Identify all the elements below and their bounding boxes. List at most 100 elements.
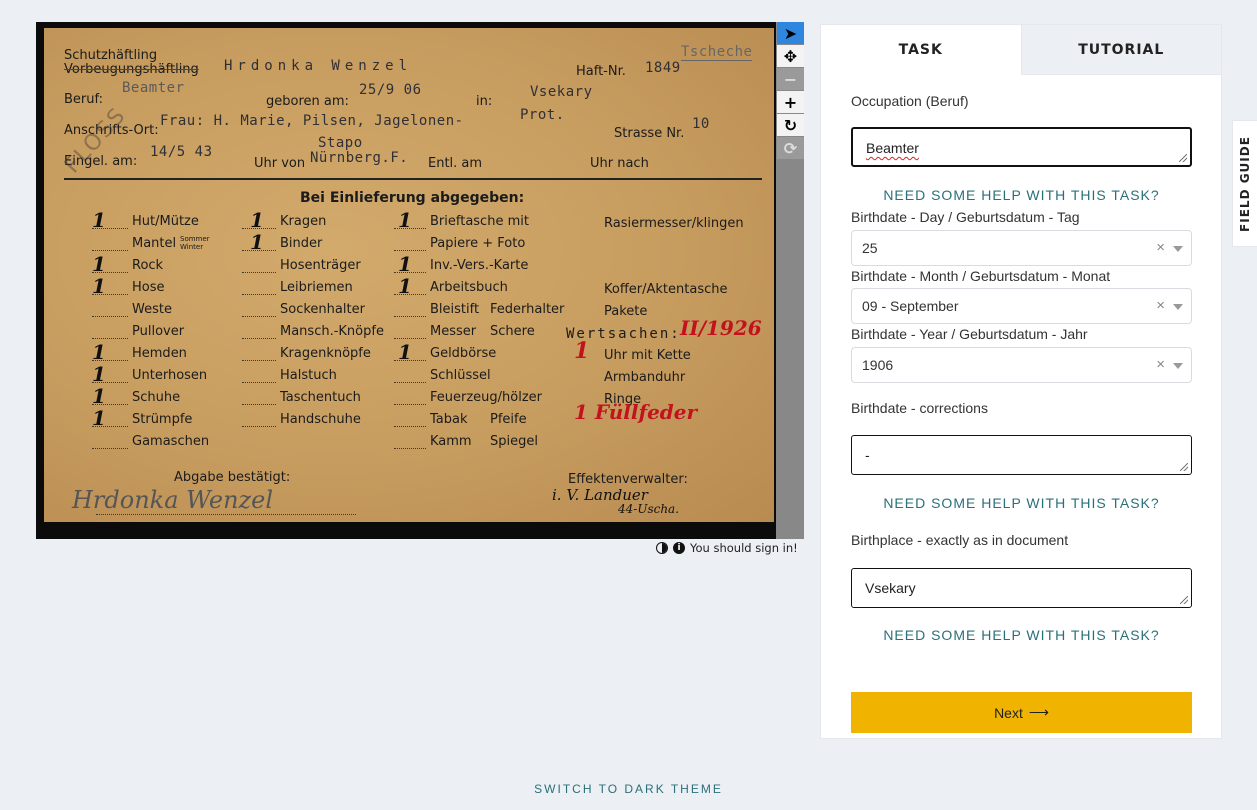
item-dotted-line	[394, 250, 426, 251]
item-label: Bleistift	[430, 302, 480, 317]
contrast-icon[interactable]	[656, 542, 668, 554]
chevron-down-icon[interactable]	[1173, 363, 1183, 369]
birthplace-value: Vsekary	[530, 84, 593, 100]
abgabe-label: Abgabe bestätigt:	[174, 470, 291, 485]
eingel-value: 14/5 43	[150, 144, 213, 160]
item-dotted-line	[242, 272, 276, 273]
beruf-value: Beamter	[122, 80, 185, 96]
item-dotted-line	[92, 316, 128, 317]
koffer-label: Koffer/Aktentasche	[604, 282, 728, 297]
item-label-secondary: Schere	[490, 324, 535, 339]
info-icon[interactable]: i	[673, 542, 685, 554]
tab-tutorial[interactable]: TUTORIAL	[1020, 25, 1221, 75]
item-label: Geldbörse	[430, 346, 497, 361]
item-count-mark: 1	[92, 208, 106, 232]
item-label: Weste	[132, 302, 172, 317]
birth-day-label: Birthdate - Day / Geburtsdatum - Tag	[851, 209, 1080, 225]
item-label: Mansch.-Knöpfe	[280, 324, 384, 339]
dark-theme-toggle[interactable]: SWITCH TO DARK THEME	[0, 782, 1257, 796]
corrections-field[interactable]: -	[851, 435, 1192, 475]
item-count-mark: 1	[398, 208, 412, 232]
help-link-1[interactable]: NEED SOME HELP WITH THIS TASK?	[851, 187, 1192, 203]
item-count-mark: 1	[92, 274, 106, 298]
religion-value: Prot.	[520, 107, 565, 123]
rotate-icon[interactable]: ↻	[777, 114, 804, 136]
item-label: Halstuch	[280, 368, 337, 383]
resize-grip-icon[interactable]	[1180, 596, 1188, 604]
move-icon[interactable]: ✥	[777, 45, 804, 67]
birth-month-label: Birthdate - Month / Geburtsdatum - Monat	[851, 268, 1111, 284]
zoom-in-icon[interactable]: +	[777, 91, 804, 113]
field-guide-label: FIELD GUIDE	[1238, 135, 1252, 232]
item-dotted-line	[242, 338, 276, 339]
prisoner-card-image: Schutzhäftling Vorbeugungshäftling Hrdon…	[44, 28, 774, 522]
item-label: Schlüssel	[430, 368, 491, 383]
item-count-mark: 1	[92, 362, 106, 386]
item-dotted-line	[394, 404, 426, 405]
arrow-right-icon: ⟶	[1028, 704, 1049, 720]
tab-task[interactable]: TASK	[821, 25, 1021, 75]
uhr-mark: 1	[574, 338, 590, 364]
item-dotted-line	[242, 360, 276, 361]
clear-icon[interactable]: ×	[1156, 297, 1165, 314]
birth-month-value: 09 - September	[862, 298, 959, 314]
occupation-field[interactable]: Beamter	[851, 127, 1192, 167]
field-guide-tab[interactable]: FIELD GUIDE	[1232, 120, 1257, 247]
item-label: Tabak	[430, 412, 468, 427]
strasse-label: Strasse Nr.	[614, 126, 685, 141]
item-count-mark: 1	[92, 384, 106, 408]
resize-grip-icon[interactable]	[1179, 154, 1187, 162]
item-label: Hemden	[132, 346, 187, 361]
chevron-down-icon[interactable]	[1173, 246, 1183, 252]
haft-nr-label: Haft-Nr.	[576, 64, 626, 79]
birthplace-label: Birthplace - exactly as in document	[851, 532, 1069, 548]
pointer-icon[interactable]: ➤	[777, 22, 804, 44]
haft-nr-value: 1849	[645, 60, 681, 76]
birth-month-select[interactable]: 09 - September ×	[851, 288, 1192, 324]
schutzhaeftling-label: Schutzhäftling	[64, 48, 158, 63]
item-count-mark: 1	[398, 340, 412, 364]
header-divider	[64, 178, 762, 180]
document-frame[interactable]: Schutzhäftling Vorbeugungshäftling Hrdon…	[36, 22, 776, 539]
fuellfeder-value: 1 Füllfeder	[574, 400, 698, 424]
birth-year-value: 1906	[862, 357, 894, 373]
nationality-value: Tscheche	[681, 44, 753, 61]
item-dotted-line	[242, 426, 276, 427]
item-count-mark: 1	[398, 274, 412, 298]
help-link-3[interactable]: NEED SOME HELP WITH THIS TASK?	[851, 627, 1192, 643]
item-dotted-line	[92, 448, 128, 449]
help-link-2[interactable]: NEED SOME HELP WITH THIS TASK?	[851, 495, 1192, 511]
rasiermesser-label: Rasiermesser/klingen	[604, 216, 744, 231]
clear-icon[interactable]: ×	[1156, 239, 1165, 256]
resize-grip-icon[interactable]	[1180, 463, 1188, 471]
birthplace-field[interactable]: Vsekary	[851, 568, 1192, 608]
item-label: Strümpfe	[132, 412, 193, 427]
item-label: Messer	[430, 324, 477, 339]
item-label: Kragen	[280, 214, 327, 229]
birth-year-label: Birthdate - Year / Geburtsdatum - Jahr	[851, 326, 1088, 342]
zoom-out-icon[interactable]: −	[777, 68, 804, 90]
uhr-nach-label: Uhr nach	[590, 156, 649, 171]
birth-day-select[interactable]: 25 ×	[851, 230, 1192, 266]
item-label: Unterhosen	[132, 368, 208, 383]
document-viewer[interactable]: Schutzhäftling Vorbeugungshäftling Hrdon…	[36, 22, 804, 539]
item-label: Handschuhe	[280, 412, 361, 427]
item-label: Sockenhalter	[280, 302, 365, 317]
viewer-toolbar: ➤ ✥ − + ↻ ⟳	[777, 22, 804, 160]
birth-year-select[interactable]: 1906 ×	[851, 347, 1192, 383]
item-label: Arbeitsbuch	[430, 280, 508, 295]
strasse-value: 10	[692, 116, 710, 132]
item-dotted-line	[242, 382, 276, 383]
item-label: Feuerzeug/hölzer	[430, 390, 543, 405]
reset-icon[interactable]: ⟳	[777, 137, 804, 159]
clear-icon[interactable]: ×	[1156, 356, 1165, 373]
chevron-down-icon[interactable]	[1173, 304, 1183, 310]
next-button[interactable]: Next ⟶	[851, 692, 1192, 733]
item-label: Papiere + Foto	[430, 236, 526, 251]
uhr-von-label: Uhr von	[254, 156, 306, 171]
beruf-label: Beruf:	[64, 92, 103, 107]
anschrift-value: Frau: H. Marie, Pilsen, Jagelonen-	[160, 113, 464, 129]
task-panel: TASK TUTORIAL Occupation (Beruf) Beamter…	[820, 24, 1222, 739]
birth-day-value: 25	[862, 240, 878, 256]
sign-in-notice[interactable]: You should sign in!	[690, 541, 798, 555]
